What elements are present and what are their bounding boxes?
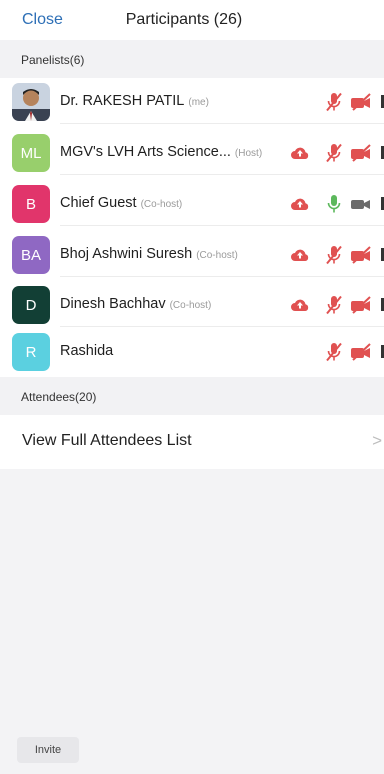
header-bar: Close Participants (26): [0, 0, 384, 40]
microphone-icon[interactable]: [323, 194, 345, 214]
panelist-name: Dinesh Bachhav (Co-host): [60, 296, 211, 312]
row-divider: [60, 326, 384, 327]
page-title: Participants (26): [125, 11, 243, 28]
panelist-name-text: Chief Guest: [60, 195, 137, 211]
video-off-icon[interactable]: [350, 143, 372, 163]
invite-button[interactable]: Invite: [17, 737, 79, 763]
panelist-name-text: Bhoj Ashwini Suresh: [60, 246, 193, 262]
avatar: R: [12, 333, 50, 371]
view-full-attendees-button[interactable]: View Full Attendees List >: [0, 415, 384, 469]
view-attendees-label: View Full Attendees List: [22, 432, 192, 449]
video-off-icon[interactable]: [350, 295, 372, 315]
cloud-upload-icon: [289, 143, 311, 163]
panelist-row[interactable]: R Rashida: [0, 330, 384, 374]
panelist-name-text: Dr. RAKESH PATIL: [60, 93, 185, 109]
video-off-icon[interactable]: [350, 245, 372, 265]
avatar: B: [12, 185, 50, 223]
panelist-role: (me): [188, 97, 209, 108]
cloud-upload-icon: [289, 194, 311, 214]
avatar: D: [12, 286, 50, 324]
panelists-section-header: Panelists(6): [0, 40, 384, 78]
panelist-name-text: Dinesh Bachhav: [60, 296, 166, 312]
panelist-row[interactable]: BA Bhoj Ashwini Suresh (Co-host): [0, 233, 384, 277]
panelist-row[interactable]: B Chief Guest (Co-host): [0, 182, 384, 226]
microphone-muted-icon[interactable]: [323, 295, 345, 315]
panelists-header-label: Panelists(6): [21, 53, 85, 67]
avatar: BA: [12, 236, 50, 274]
attendees-header-label: Attendees(20): [21, 390, 97, 404]
attendees-section-header: Attendees(20): [0, 377, 384, 415]
panelist-name: Bhoj Ashwini Suresh (Co-host): [60, 246, 238, 262]
panelist-name: Rashida: [60, 343, 113, 359]
row-divider: [60, 174, 384, 175]
row-divider: [60, 123, 384, 124]
video-camera-icon[interactable]: [350, 194, 372, 214]
video-off-icon[interactable]: [350, 92, 372, 112]
empty-area: [0, 469, 384, 774]
avatar: [12, 83, 50, 121]
row-divider: [60, 276, 384, 277]
panelist-row[interactable]: ML MGV's LVH Arts Science... (Host): [0, 131, 384, 175]
panelist-row[interactable]: Dr. RAKESH PATIL (me): [0, 80, 384, 124]
video-off-icon[interactable]: [350, 342, 372, 362]
panelist-role: (Co-host): [140, 199, 183, 210]
panelist-name-text: Rashida: [60, 343, 114, 359]
row-divider: [60, 225, 384, 226]
panelist-role: (Host): [234, 148, 263, 159]
cloud-upload-icon: [289, 295, 311, 315]
panelist-name: MGV's LVH Arts Science... (Host): [60, 144, 262, 160]
chevron-right-icon: >: [372, 431, 382, 450]
panelist-row[interactable]: D Dinesh Bachhav (Co-host): [0, 283, 384, 327]
cloud-upload-icon: [289, 245, 311, 265]
microphone-muted-icon[interactable]: [323, 143, 345, 163]
panelist-role: (Co-host): [169, 300, 212, 311]
microphone-muted-icon[interactable]: [323, 92, 345, 112]
panelist-role: (Co-host): [196, 250, 238, 261]
avatar: ML: [12, 134, 50, 172]
panelist-name-text: MGV's LVH Arts Science...: [60, 144, 231, 160]
microphone-muted-icon[interactable]: [323, 245, 345, 265]
microphone-muted-icon[interactable]: [323, 342, 345, 362]
panelist-name: Chief Guest (Co-host): [60, 195, 182, 211]
panelist-name: Dr. RAKESH PATIL (me): [60, 93, 209, 109]
